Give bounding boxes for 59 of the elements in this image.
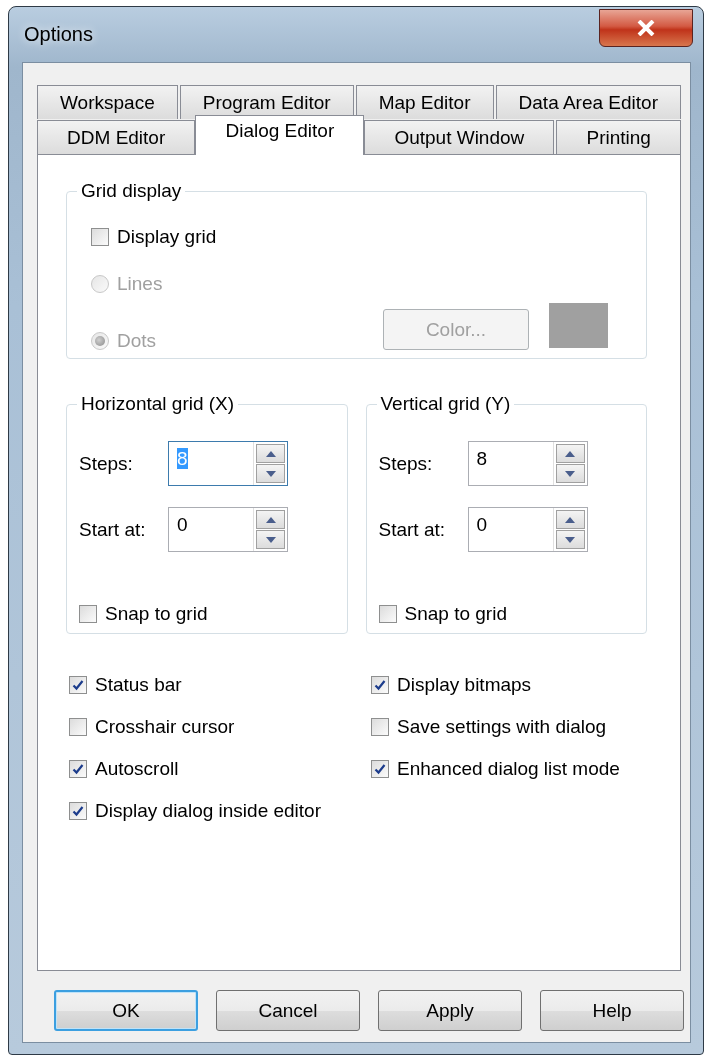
option-label: Snap to grid (105, 603, 208, 625)
dialog-button[interactable]: OK (54, 990, 198, 1031)
checkbox[interactable] (79, 605, 97, 623)
dialog-button[interactable]: Help (540, 990, 684, 1031)
spin-up-button[interactable] (256, 444, 285, 463)
option-label: Status bar (95, 674, 182, 696)
checkbox[interactable] (371, 676, 389, 694)
option-label: Lines (117, 273, 163, 295)
up-arrow-icon (265, 516, 276, 523)
option-label: Enhanced dialog list mode (397, 758, 620, 780)
dialog-button[interactable]: Cancel (216, 990, 360, 1031)
tab[interactable]: Map Editor (355, 85, 494, 119)
spin-down-button[interactable] (256, 530, 285, 549)
tab[interactable]: Printing (556, 120, 681, 154)
spin-down-button[interactable] (555, 464, 585, 483)
option-label: Display grid (117, 226, 217, 248)
field-label: Start at: (79, 518, 147, 541)
checkbox[interactable] (69, 760, 87, 778)
checkbox[interactable] (69, 802, 87, 820)
spin-up-button[interactable] (256, 510, 285, 529)
up-arrow-icon (565, 516, 575, 523)
tab[interactable]: Workspace (37, 85, 178, 119)
checkbox[interactable] (69, 718, 87, 736)
dialog-button[interactable]: Apply (378, 990, 522, 1031)
tab[interactable]: Data Area Editor (495, 85, 681, 119)
close-icon (637, 19, 655, 36)
checkbox[interactable] (69, 676, 87, 694)
down-arrow-icon (565, 536, 575, 543)
close-button[interactable] (599, 8, 693, 47)
window-title: Options (23, 23, 93, 46)
down-arrow-icon (265, 470, 276, 477)
tab[interactable]: DDM Editor (37, 120, 196, 154)
spin-field[interactable]: 8 (467, 441, 588, 486)
up-arrow-icon (565, 450, 575, 457)
tab[interactable]: Output Window (364, 120, 555, 154)
spin-down-button[interactable] (256, 464, 285, 483)
checkbox[interactable] (371, 760, 389, 778)
checkbox[interactable] (378, 605, 397, 623)
field-label: Steps: (378, 452, 434, 475)
spin-down-button[interactable] (555, 530, 585, 549)
checkbox[interactable] (91, 228, 109, 246)
spin-up-button[interactable] (555, 444, 585, 463)
option-label: Display bitmaps (397, 674, 532, 696)
up-arrow-icon (265, 450, 276, 457)
down-arrow-icon (265, 536, 276, 543)
checkbox[interactable] (371, 718, 389, 736)
spin-field[interactable]: 0 (168, 507, 288, 552)
option-label: Display dialog inside editor (95, 800, 321, 822)
tab[interactable]: Dialog Editor (195, 115, 365, 155)
option-label: Crosshair cursor (95, 716, 235, 738)
option-label: Autoscroll (95, 758, 179, 780)
down-arrow-icon (565, 470, 575, 477)
spin-up-button[interactable] (555, 510, 585, 529)
option-label: Save settings with dialog (397, 716, 607, 738)
option-label: Dots (117, 330, 157, 352)
option-label: Snap to grid (404, 603, 507, 625)
field-label: Steps: (79, 452, 134, 475)
spin-field[interactable]: 0 (467, 507, 588, 552)
field-label: Start at: (378, 518, 447, 541)
